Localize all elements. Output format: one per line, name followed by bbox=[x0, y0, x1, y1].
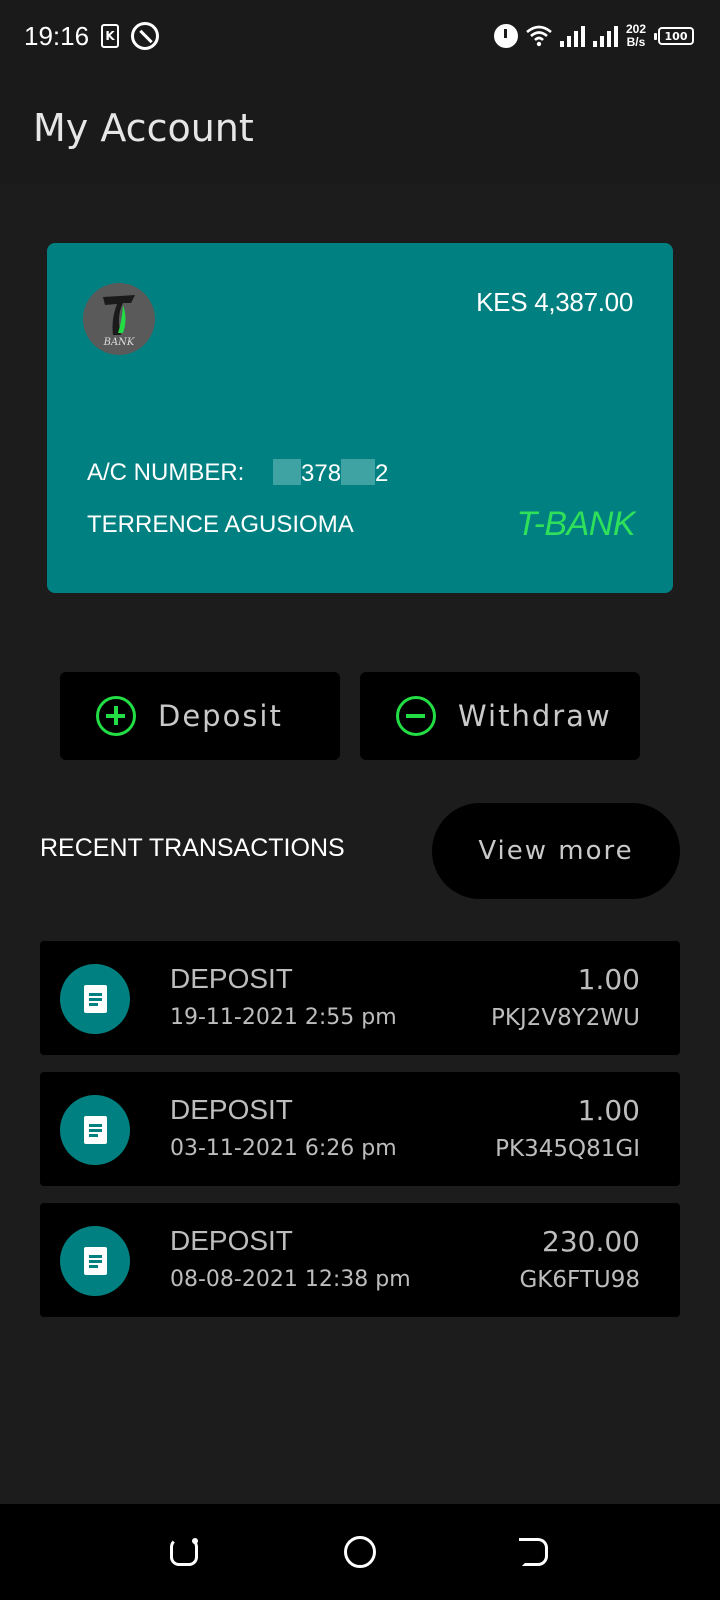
status-bar: 19:16 K 202 B/s 100 bbox=[0, 0, 720, 72]
transaction-ref: GK6FTU98 bbox=[519, 1267, 640, 1293]
plus-circle-icon bbox=[96, 696, 136, 736]
bank-name: T-BANK bbox=[516, 505, 635, 543]
home-icon[interactable] bbox=[344, 1536, 376, 1568]
transaction-type: DEPOSIT bbox=[170, 1225, 293, 1256]
deposit-button[interactable]: Deposit bbox=[60, 672, 340, 760]
list-item[interactable]: DEPOSIT 03-11-2021 6:26 pm 1.00 PK345Q81… bbox=[40, 1072, 680, 1186]
withdraw-button[interactable]: Withdraw bbox=[360, 672, 640, 760]
receipt-icon bbox=[60, 1095, 130, 1165]
app-bar: My Account bbox=[0, 72, 720, 184]
transaction-date: 03-11-2021 6:26 pm bbox=[170, 1136, 397, 1161]
signal-icon bbox=[559, 25, 585, 47]
transaction-ref: PKJ2V8Y2WU bbox=[491, 1005, 640, 1031]
status-left: 19:16 K bbox=[24, 20, 160, 52]
transaction-amount: 1.00 bbox=[577, 963, 640, 996]
receipt-icon bbox=[60, 964, 130, 1034]
net-speed: 202 B/s bbox=[626, 23, 646, 49]
list-item[interactable]: DEPOSIT 08-08-2021 12:38 pm 230.00 GK6FT… bbox=[40, 1203, 680, 1317]
account-holder-name: TERRENCE AGUSIOMA bbox=[87, 511, 354, 538]
account-balance: KES 4,387.00 bbox=[476, 287, 633, 317]
sync-ring-icon bbox=[131, 22, 160, 50]
battery-icon: 100 bbox=[654, 27, 694, 45]
account-number: 378 2 bbox=[273, 459, 388, 488]
list-item[interactable]: DEPOSIT 19-11-2021 2:55 pm 1.00 PKJ2V8Y2… bbox=[40, 941, 680, 1055]
transaction-date: 08-08-2021 12:38 pm bbox=[170, 1267, 411, 1292]
page-title: My Account bbox=[33, 106, 254, 150]
status-right: 202 B/s 100 bbox=[493, 23, 694, 49]
sim-k-icon: K bbox=[101, 24, 120, 48]
transaction-type: DEPOSIT bbox=[170, 1094, 293, 1125]
account-card: BANK KES 4,387.00 A/C NUMBER: 378 2 TERRE… bbox=[47, 243, 673, 593]
system-nav-bar bbox=[0, 1504, 720, 1600]
status-time: 19:16 bbox=[24, 20, 90, 51]
deposit-label: Deposit bbox=[158, 699, 283, 733]
account-number-part-2: 2 bbox=[375, 460, 389, 487]
alarm-icon bbox=[493, 24, 518, 48]
transaction-date: 19-11-2021 2:55 pm bbox=[170, 1005, 397, 1030]
transaction-ref: PK345Q81GI bbox=[495, 1136, 640, 1162]
recent-apps-icon[interactable] bbox=[170, 1538, 198, 1566]
back-icon[interactable] bbox=[519, 1538, 548, 1566]
signal-icon-2 bbox=[592, 25, 618, 47]
recent-transactions-title: RECENT TRANSACTIONS bbox=[40, 834, 345, 862]
withdraw-label: Withdraw bbox=[458, 699, 612, 733]
transaction-amount: 230.00 bbox=[542, 1225, 640, 1258]
logo-text: BANK bbox=[103, 337, 135, 348]
bank-logo: BANK bbox=[83, 283, 155, 355]
view-more-button[interactable]: View more bbox=[432, 803, 680, 899]
receipt-icon bbox=[60, 1226, 130, 1296]
net-speed-value: 202 bbox=[625, 22, 646, 36]
minus-circle-icon bbox=[396, 696, 436, 736]
account-number-mask-2 bbox=[341, 459, 376, 485]
account-number-mask bbox=[273, 459, 301, 485]
net-speed-unit: B/s bbox=[626, 35, 646, 49]
account-number-part-1: 378 bbox=[301, 460, 342, 487]
transaction-type: DEPOSIT bbox=[170, 963, 293, 994]
account-number-label: A/C NUMBER: bbox=[87, 459, 245, 486]
wifi-icon bbox=[526, 25, 552, 47]
transaction-amount: 1.00 bbox=[577, 1094, 640, 1127]
